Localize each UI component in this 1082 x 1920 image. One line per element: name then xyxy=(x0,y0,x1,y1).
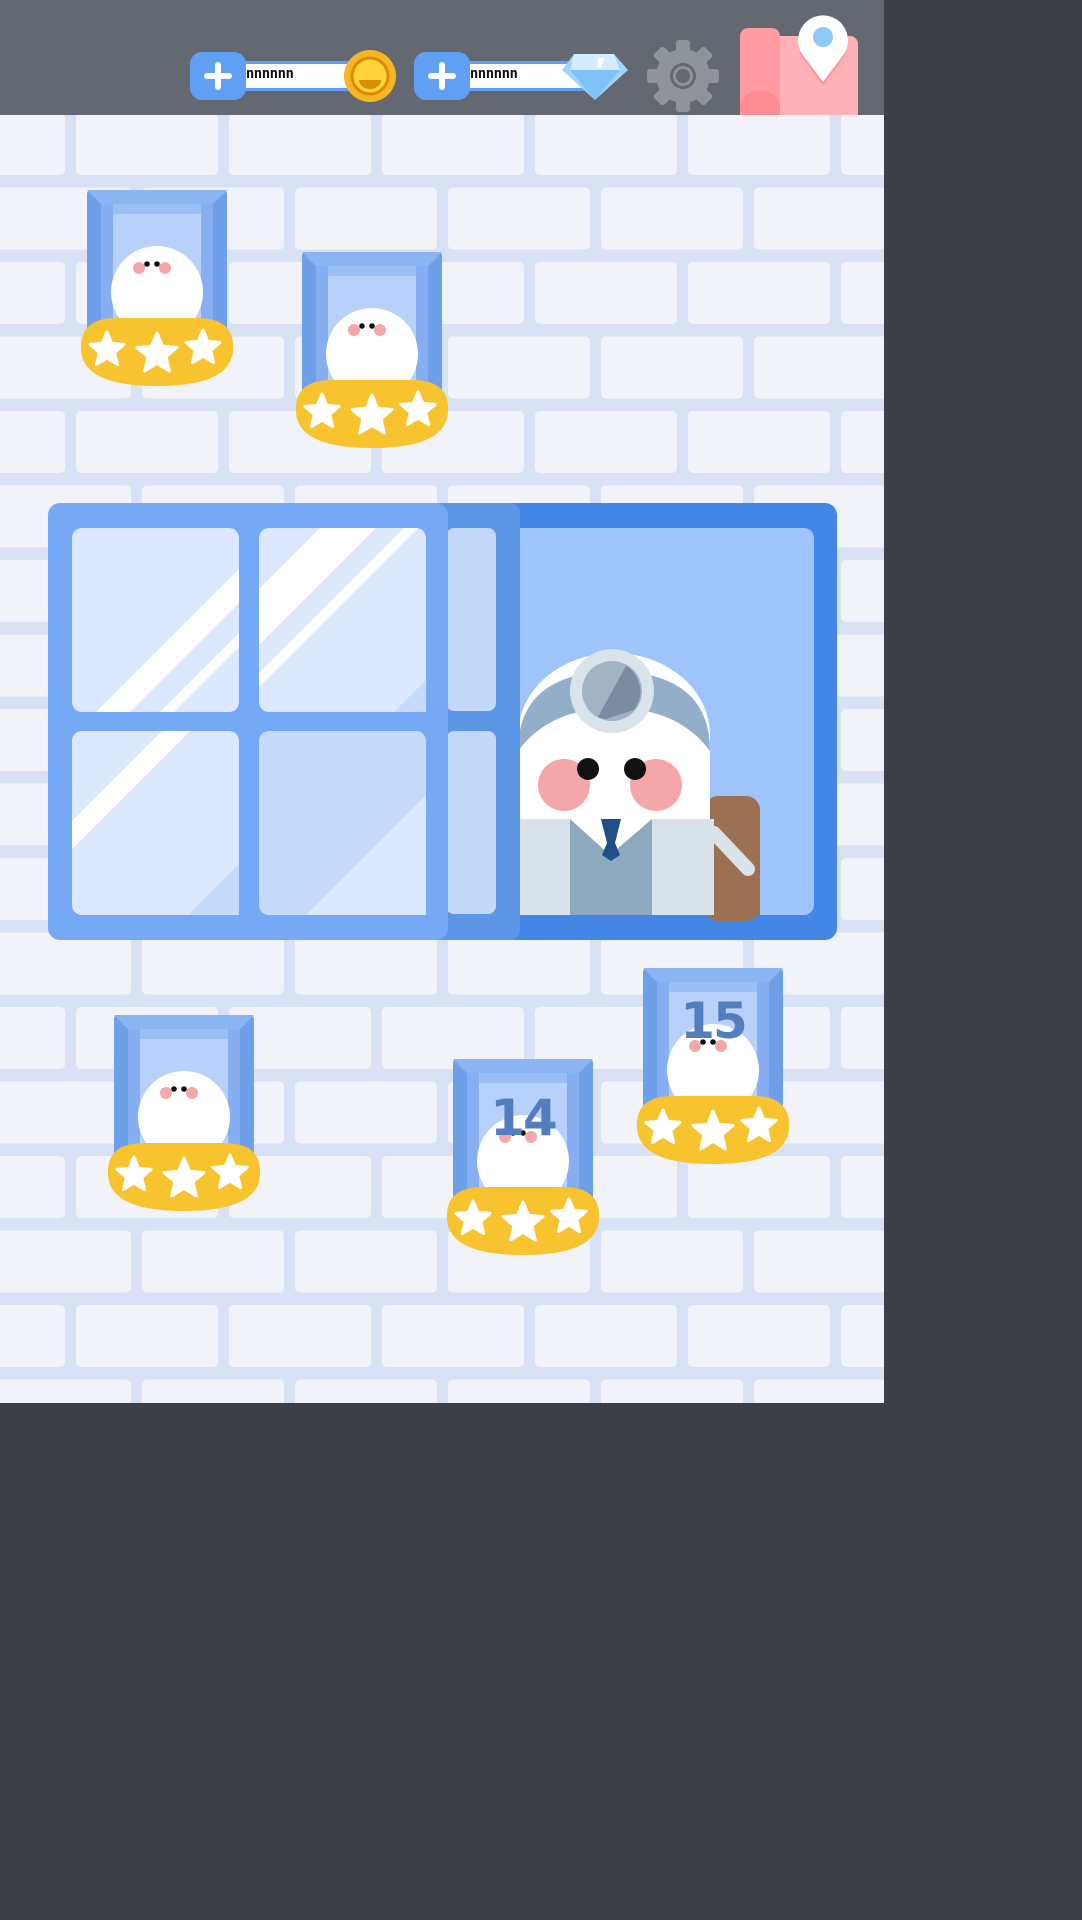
coin-counter: nnnnnnnn xyxy=(190,50,400,102)
settings-button[interactable] xyxy=(646,39,720,113)
add-coins-button[interactable] xyxy=(190,52,246,100)
gear-icon xyxy=(647,40,719,112)
level-window-art xyxy=(107,1015,261,1211)
map-icon xyxy=(740,15,858,128)
bottom-bar xyxy=(0,1403,884,1568)
level-number: 14 xyxy=(490,1089,558,1147)
level-window[interactable] xyxy=(295,252,449,452)
plus-icon xyxy=(204,62,232,90)
level-number: 15 xyxy=(680,992,748,1050)
gem-counter: nnnnnnnn xyxy=(414,52,630,100)
level-window[interactable] xyxy=(80,190,234,390)
top-bar: nnnnnnnn nnnnnnnn xyxy=(0,0,884,128)
game-screen: nnnnnnnn nnnnnnnn 14 15 xyxy=(0,0,884,1568)
level-window-art xyxy=(80,190,234,386)
level-window[interactable] xyxy=(107,1015,261,1215)
add-gems-button[interactable] xyxy=(414,52,470,100)
level-window-art xyxy=(295,252,449,448)
level-window[interactable]: 14 xyxy=(446,1059,600,1259)
featured-window[interactable] xyxy=(48,503,837,940)
map-button[interactable] xyxy=(738,4,862,130)
plus-icon xyxy=(428,62,456,90)
gold-coin-icon xyxy=(344,50,396,102)
level-window[interactable]: 15 xyxy=(636,968,790,1168)
diamond-icon xyxy=(562,54,628,100)
